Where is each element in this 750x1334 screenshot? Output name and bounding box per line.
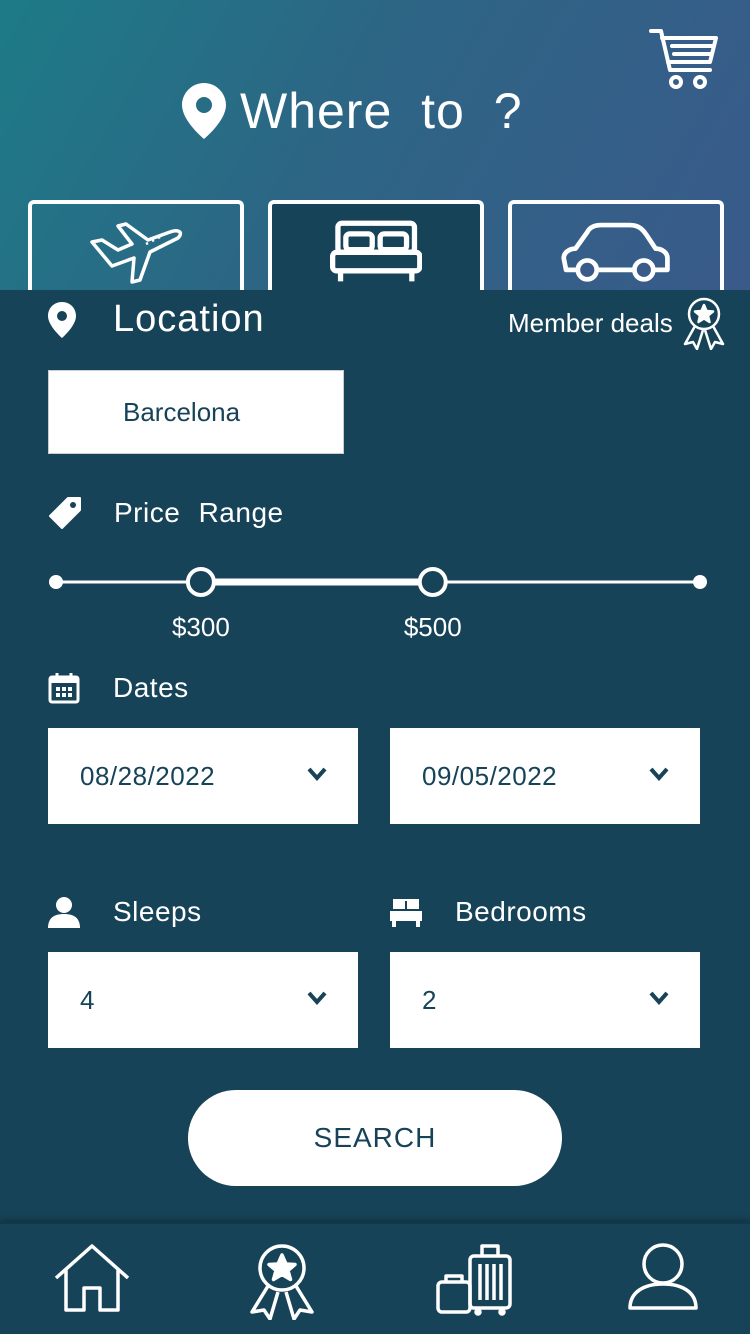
- tab-stays[interactable]: [268, 200, 484, 300]
- calendar-icon: [48, 673, 80, 704]
- bedrooms-select[interactable]: 2: [390, 952, 700, 1048]
- bedrooms-label: Bedrooms: [455, 896, 587, 927]
- tab-flights[interactable]: [28, 200, 244, 300]
- end-date-select[interactable]: 09/05/2022: [390, 728, 700, 824]
- sleeps-select[interactable]: 4: [48, 952, 358, 1048]
- sleeps-value: 4: [80, 984, 95, 1015]
- end-date-value: 09/05/2022: [422, 760, 558, 791]
- bottom-navigation: [0, 1222, 750, 1334]
- price-min-value: $300: [171, 612, 230, 642]
- home-icon[interactable]: [54, 1242, 130, 1314]
- price-range-slider[interactable]: [48, 560, 708, 604]
- price-range-label-row: Price Range: [48, 496, 284, 530]
- start-date-select[interactable]: 08/28/2022: [48, 728, 358, 824]
- slider-end-dot: [693, 575, 707, 589]
- dates-label-row: Dates: [48, 672, 189, 704]
- location-input[interactable]: Barcelona: [48, 370, 344, 454]
- bedrooms-value: 2: [422, 984, 437, 1015]
- dates-label: Dates: [113, 672, 189, 703]
- chevron-down-icon: [649, 767, 669, 782]
- chevron-down-icon: [649, 991, 669, 1006]
- price-range-label: Price Range: [114, 497, 284, 528]
- chevron-down-icon: [307, 991, 327, 1006]
- price-tag-icon: [49, 497, 81, 529]
- start-date-value: 08/28/2022: [80, 760, 216, 791]
- luggage-icon[interactable]: [436, 1242, 516, 1316]
- chevron-down-icon: [307, 767, 327, 782]
- bed-icon: [329, 220, 423, 282]
- search-button[interactable]: SEARCH: [188, 1090, 562, 1186]
- airplane-icon: [90, 222, 183, 284]
- profile-icon[interactable]: [626, 1242, 700, 1314]
- location-label-row: Location: [48, 298, 265, 341]
- cart-icon[interactable]: [648, 26, 720, 92]
- award-icon[interactable]: [246, 1242, 318, 1320]
- sleeps-label-row: Sleeps: [48, 896, 202, 928]
- bedrooms-label-row: Bedrooms: [390, 896, 587, 928]
- location-label: Location: [113, 298, 265, 340]
- slider-start-dot: [49, 575, 63, 589]
- slider-max-handle[interactable]: [417, 567, 448, 597]
- location-pin-icon: [182, 83, 226, 139]
- award-ribbon-icon: [683, 297, 724, 350]
- price-max-value: $500: [403, 612, 462, 642]
- tab-cars[interactable]: [508, 200, 724, 300]
- member-deals-label: Member deals: [508, 307, 673, 338]
- car-icon: [561, 222, 671, 282]
- page-title: Where to ?: [240, 83, 523, 139]
- sleeps-label: Sleeps: [113, 896, 202, 927]
- bed-icon: [390, 899, 422, 927]
- member-deals-link[interactable]: Member deals: [508, 296, 727, 350]
- where-to-heading: Where to ?: [182, 80, 523, 142]
- slider-min-handle[interactable]: [185, 567, 216, 597]
- person-icon: [48, 897, 80, 928]
- location-pin-icon: [48, 301, 76, 338]
